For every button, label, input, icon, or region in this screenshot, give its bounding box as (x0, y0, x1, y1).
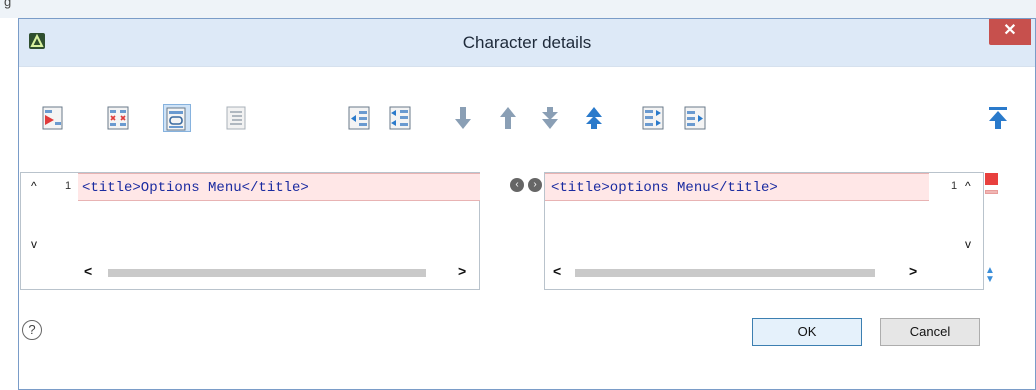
left-horizontal-scrollbar[interactable]: < > (78, 263, 480, 279)
prev-change-icon[interactable] (582, 104, 606, 132)
background-text: g (4, 0, 12, 9)
right-scroll-right-button[interactable]: > (909, 263, 917, 279)
dialog-title: Character details (462, 33, 592, 52)
left-line-number: 1 (65, 180, 72, 192)
right-diff-pane[interactable]: <title>options Menu</title> 1 ^ v < > (544, 172, 984, 290)
merge-all-right-icon[interactable] (683, 104, 707, 132)
left-code-text: <title>Options Menu</title> (82, 180, 309, 196)
right-diff-line[interactable]: <title>options Menu</title> (545, 173, 929, 201)
right-scrollbar-thumb[interactable] (575, 269, 875, 277)
background-window: g (0, 0, 1036, 18)
cancel-button[interactable]: Cancel (880, 318, 980, 346)
right-scroll-down-button[interactable]: v (965, 237, 971, 251)
diff-overview-marker[interactable] (985, 173, 998, 185)
overview-scroll-icon[interactable]: ▲ ▼ (985, 266, 995, 285)
help-button[interactable]: ? (22, 320, 42, 340)
prev-diff-icon[interactable] (496, 104, 520, 132)
ok-button[interactable]: OK (752, 318, 862, 346)
prev-diff-circle-icon[interactable]: ‹ (510, 178, 524, 192)
right-code-text: <title>options Menu</title> (551, 180, 778, 196)
left-scroll-left-button[interactable]: < (84, 263, 92, 279)
right-horizontal-scrollbar[interactable]: < > (545, 263, 945, 279)
next-diff-circle-icon[interactable]: › (528, 178, 542, 192)
format-text-icon[interactable] (224, 104, 248, 132)
left-scrollbar-thumb[interactable] (108, 269, 426, 277)
close-button[interactable]: ✕ (989, 19, 1031, 45)
next-diff-icon[interactable] (451, 104, 475, 132)
diff-overview-line[interactable] (985, 190, 998, 194)
next-change-icon[interactable] (538, 104, 562, 132)
first-diff-icon[interactable] (986, 104, 1010, 132)
generate-diff-icon[interactable] (41, 104, 65, 132)
merge-right-icon[interactable] (641, 104, 665, 132)
link-scroll-icon[interactable] (163, 104, 191, 132)
merge-all-left-icon[interactable] (388, 104, 412, 132)
right-scroll-up-button[interactable]: ^ (965, 179, 971, 193)
compare-files-icon[interactable] (106, 104, 130, 132)
left-diff-line[interactable]: <title>Options Menu</title> (78, 173, 480, 201)
left-scroll-up-button[interactable]: ^ (31, 179, 37, 193)
titlebar: Character details ✕ (19, 19, 1035, 67)
left-scroll-down-button[interactable]: v (31, 237, 37, 251)
merge-left-icon[interactable] (347, 104, 371, 132)
left-scroll-right-button[interactable]: > (458, 263, 466, 279)
left-diff-pane[interactable]: ^ 1 <title>Options Menu</title> v < > (20, 172, 480, 290)
right-line-number: 1 (951, 180, 958, 192)
right-scroll-left-button[interactable]: < (553, 263, 561, 279)
